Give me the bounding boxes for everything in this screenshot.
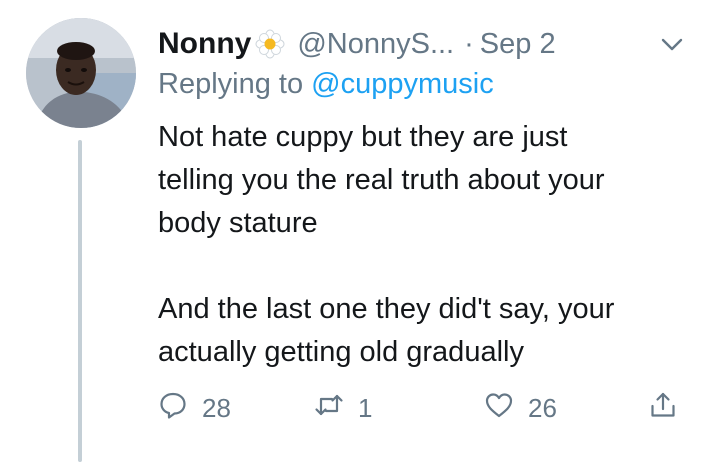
reply-button[interactable]: 28: [158, 388, 231, 428]
body-line: telling you the real truth about your: [158, 164, 605, 196]
chevron-down-icon[interactable]: [658, 30, 686, 58]
retweet-count: 1: [358, 392, 373, 423]
reply-count: 28: [202, 392, 231, 423]
tweet-card[interactable]: Nonny @NonnyS... · Sep 2 Replying to @cu…: [0, 0, 720, 470]
author-name[interactable]: Nonny: [158, 27, 251, 61]
share-button[interactable]: [648, 388, 678, 428]
tweet-actions: 28 1 26: [158, 388, 698, 428]
author-handle[interactable]: @NonnyS...: [297, 28, 454, 61]
avatar-photo: [26, 18, 136, 128]
tweet-header: Nonny @NonnyS... · Sep 2: [158, 22, 696, 66]
flower-icon: [255, 29, 285, 59]
tweet-body: Not hate cuppy but they are just telling…: [158, 116, 698, 374]
tweet-date[interactable]: Sep 2: [480, 28, 556, 61]
replying-prefix: Replying to: [158, 68, 304, 100]
separator-dot: ·: [464, 27, 474, 60]
reply-icon: [158, 390, 188, 427]
like-button[interactable]: 26: [484, 388, 557, 428]
heart-icon: [484, 390, 514, 427]
body-line: actually getting old gradually: [158, 336, 524, 368]
thread-line: [78, 140, 82, 462]
replying-mention[interactable]: @cuppymusic: [311, 68, 494, 100]
retweet-icon: [314, 390, 344, 427]
body-line: Not hate cuppy but they are just: [158, 121, 568, 153]
body-line: And the last one they did't say, your: [158, 293, 615, 325]
replying-to: Replying to @cuppymusic: [158, 68, 494, 101]
body-line: body stature: [158, 207, 318, 239]
retweet-button[interactable]: 1: [314, 388, 372, 428]
avatar[interactable]: [26, 18, 136, 128]
like-count: 26: [528, 392, 557, 423]
share-icon: [648, 390, 678, 427]
